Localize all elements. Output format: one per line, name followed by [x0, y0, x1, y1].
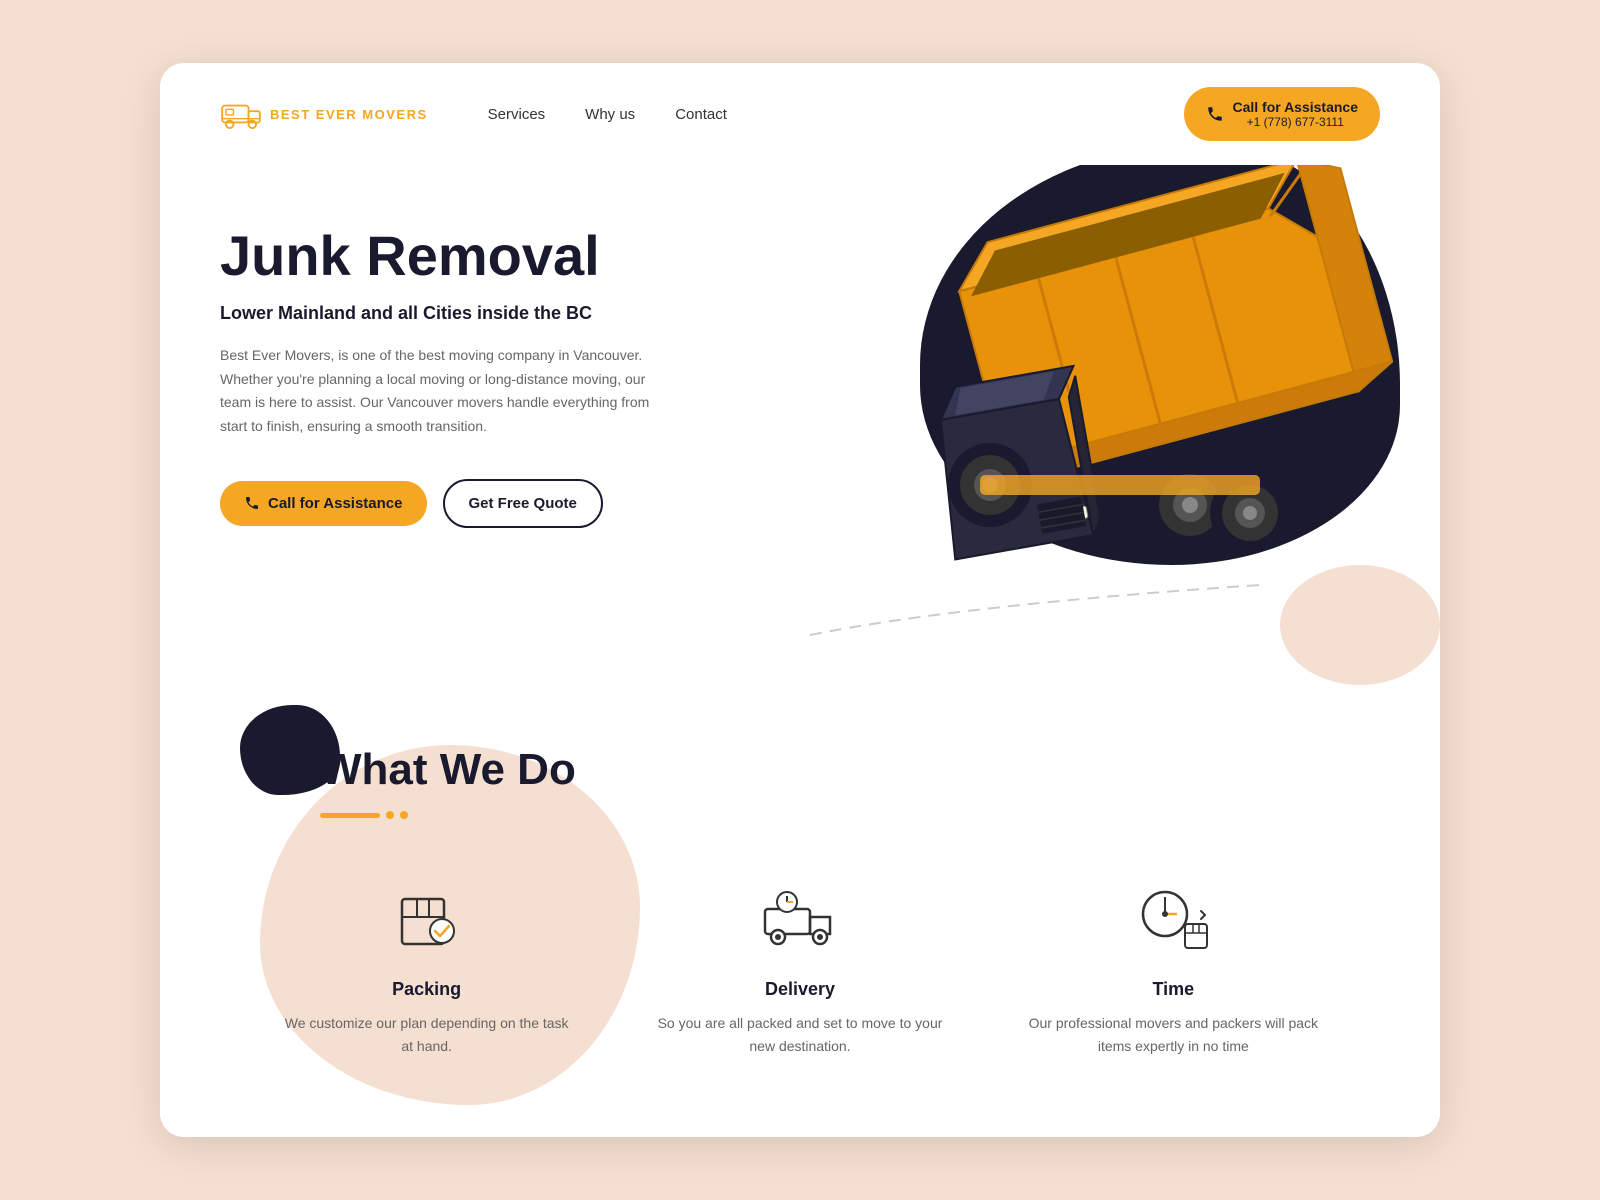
time-svg	[1133, 879, 1213, 959]
nav-services[interactable]: Services	[488, 106, 546, 123]
delivery-svg	[760, 879, 840, 959]
nav-why-us[interactable]: Why us	[585, 106, 635, 123]
underline-dot-1	[386, 811, 394, 819]
logo[interactable]: BEST EVER MOVERS	[220, 98, 428, 130]
section-underline	[320, 811, 1380, 819]
hero-subtitle: Lower Mainland and all Cities inside the…	[220, 303, 740, 324]
services-grid: Packing We customize our plan depending …	[220, 859, 1380, 1077]
truck-illustration	[870, 165, 1430, 605]
hero-visual	[760, 165, 1440, 685]
logo-text: BEST EVER MOVERS	[270, 107, 428, 122]
delivery-title: Delivery	[653, 979, 946, 1000]
nav-cta-label: Call for Assistance	[1232, 99, 1358, 115]
hero-section: Junk Removal Lower Mainland and all Citi…	[160, 165, 1440, 685]
packing-icon	[387, 879, 467, 959]
nav-contact[interactable]: Contact	[675, 106, 727, 123]
call-assistance-button[interactable]: Call for Assistance	[220, 481, 427, 526]
get-quote-button[interactable]: Get Free Quote	[443, 479, 603, 528]
packing-title: Packing	[280, 979, 573, 1000]
time-desc: Our professional movers and packers will…	[1027, 1012, 1320, 1057]
delivery-icon	[760, 879, 840, 959]
underline-dot-2	[400, 811, 408, 819]
packing-svg	[387, 879, 467, 959]
navbar: BEST EVER MOVERS Services Why us Contact…	[160, 63, 1440, 165]
packing-desc: We customize our plan depending on the t…	[280, 1012, 573, 1057]
underline-bar	[320, 813, 380, 818]
service-time: Time Our professional movers and packers…	[1007, 859, 1340, 1077]
hero-content: Junk Removal Lower Mainland and all Citi…	[220, 185, 740, 528]
time-title: Time	[1027, 979, 1320, 1000]
nav-cta-phone: +1 (778) 677-3111	[1232, 115, 1358, 129]
what-we-do-inner: What We Do	[220, 745, 1380, 1077]
call-icon	[244, 495, 260, 511]
page-wrapper: BEST EVER MOVERS Services Why us Contact…	[160, 63, 1440, 1137]
what-we-do-section: What We Do	[160, 685, 1440, 1137]
hero-buttons: Call for Assistance Get Free Quote	[220, 479, 740, 528]
service-delivery: Delivery So you are all packed and set t…	[633, 859, 966, 1077]
logo-icon	[220, 98, 262, 130]
phone-icon	[1206, 105, 1224, 123]
nav-links: Services Why us Contact	[488, 106, 1185, 123]
hero-title: Junk Removal	[220, 225, 740, 287]
time-icon	[1133, 879, 1213, 959]
service-packing: Packing We customize our plan depending …	[260, 859, 593, 1077]
section-title: What We Do	[320, 745, 1380, 795]
delivery-desc: So you are all packed and set to move to…	[653, 1012, 946, 1057]
hero-description: Best Ever Movers, is one of the best mov…	[220, 344, 660, 439]
nav-cta-button[interactable]: Call for Assistance +1 (778) 677-3111	[1184, 87, 1380, 141]
